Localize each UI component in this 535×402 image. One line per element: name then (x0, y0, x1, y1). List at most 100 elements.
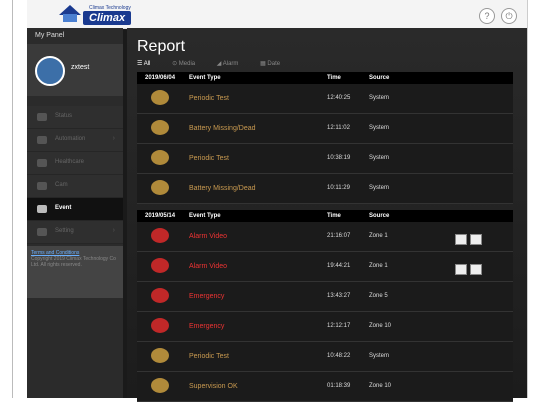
heart-icon (37, 159, 47, 167)
supervision-event-icon (151, 378, 169, 393)
column-time: Time (327, 75, 341, 81)
event-type: Alarm Video (189, 233, 228, 240)
copyright-text: Copyright 2019 Climax Technology Co Ltd.… (31, 256, 116, 268)
event-time: 10:11:29 (327, 185, 350, 191)
sidebar-menu: Status Automation › Healthcare Cam Event (27, 106, 123, 244)
username: zxtest (71, 64, 90, 71)
delete-icon[interactable] (470, 264, 482, 275)
event-time: 10:38:19 (327, 155, 351, 161)
table-row[interactable]: Emergency 13:43:27 Zone 5 (137, 282, 513, 312)
media-actions (455, 262, 485, 280)
sidebar-item-label: Cam (55, 182, 68, 188)
table-row[interactable]: Battery Missing/Dead 10:11:29 System (137, 174, 513, 204)
climax-logo[interactable]: Climax Technology Climax (57, 3, 135, 25)
app-window: Climax Technology Climax ? ⏻ My Panel zx… (27, 0, 527, 402)
event-time: 19:44:21 (327, 263, 351, 269)
event-time: 12:40:25 (327, 95, 351, 101)
group-date: 2019/06/04 (145, 75, 176, 81)
event-type: Battery Missing/Dead (189, 185, 256, 192)
event-source: System (369, 95, 390, 101)
filter-alarm[interactable]: ◢ Alarm (217, 61, 249, 67)
event-time: 12:11:02 (327, 125, 350, 131)
table-row[interactable]: Periodic Test 10:48:22 System (137, 342, 513, 372)
event-source: Zone 10 (369, 323, 392, 329)
table-row[interactable]: Alarm Video 19:44:21 Zone 1 (137, 252, 513, 282)
main-content: Report ☰ All ⊙ Media ◢ Alarm ▦ Date 2019… (127, 28, 527, 402)
gear-event-icon (151, 348, 169, 363)
event-type: Alarm Video (189, 263, 228, 270)
event-time: 21:16:07 (327, 233, 351, 239)
terms-panel: Terms and Conditions Copyright 2019 Clim… (27, 246, 123, 298)
gear-event-icon (151, 180, 169, 195)
sidebar: My Panel zxtest Status Automation › Heal… (27, 28, 123, 398)
sidebar-item-automation[interactable]: Automation › (27, 129, 123, 152)
event-type: Emergency (189, 293, 225, 300)
table-row[interactable]: Periodic Test 12:40:25 System (137, 84, 513, 114)
top-bar: Climax Technology Climax ? ⏻ (27, 0, 527, 29)
event-type: Supervision OK (189, 383, 238, 390)
column-event-type: Event Type (189, 75, 221, 81)
sidebar-item-setting[interactable]: Setting › (27, 221, 123, 244)
right-window-edge (527, 0, 535, 398)
left-window-edge (0, 0, 13, 398)
profile-card[interactable]: zxtest (27, 44, 123, 96)
event-source: Zone 5 (369, 293, 388, 299)
chevron-right-icon: › (112, 227, 115, 234)
house-logo-icon (59, 5, 81, 22)
table-row[interactable]: Alarm Video 21:16:07 Zone 1 (137, 222, 513, 252)
automation-icon (37, 136, 47, 144)
event-source: System (369, 185, 390, 191)
filter-all[interactable]: ☰ All (137, 61, 160, 67)
event-source: Zone 1 (369, 263, 388, 269)
sidebar-item-event[interactable]: Event (27, 198, 123, 221)
event-time: 10:48:22 (327, 353, 351, 359)
sidebar-item-cam[interactable]: Cam (27, 175, 123, 198)
event-type: Periodic Test (189, 155, 229, 162)
emergency-event-icon (151, 288, 169, 303)
event-type: Periodic Test (189, 95, 229, 102)
gear-icon (37, 228, 47, 236)
filter-media[interactable]: ⊙ Media (172, 61, 205, 67)
event-source: Zone 10 (369, 383, 392, 389)
chevron-right-icon: › (112, 135, 115, 142)
filter-bar: ☰ All ⊙ Media ◢ Alarm ▦ Date (137, 60, 300, 67)
group-header: 2019/05/14 Event Type Time Source (137, 210, 513, 222)
group-date: 2019/05/14 (145, 213, 176, 219)
download-icon[interactable] (455, 234, 467, 245)
camera-icon (37, 182, 47, 190)
filter-date[interactable]: ▦ Date (260, 61, 290, 67)
event-type: Battery Missing/Dead (189, 125, 256, 132)
camera-event-icon (151, 228, 169, 243)
event-type: Emergency (189, 323, 225, 330)
sidebar-item-label: Event (55, 205, 72, 211)
table-row[interactable]: Emergency 12:12:17 Zone 10 (137, 312, 513, 342)
event-source: System (369, 353, 390, 359)
event-type: Periodic Test (189, 353, 229, 360)
page-title: Report (137, 38, 186, 55)
media-actions (455, 232, 485, 250)
group-header: 2019/06/04 Event Type Time Source (137, 72, 513, 84)
event-group-2019-06-04: 2019/06/04 Event Type Time Source Period… (137, 72, 513, 204)
avatar (35, 56, 65, 86)
table-row[interactable]: Periodic Test 10:38:19 System (137, 144, 513, 174)
column-source: Source (369, 75, 390, 81)
download-icon[interactable] (455, 264, 467, 275)
table-row[interactable]: Battery Missing/Dead 12:11:02 System (137, 114, 513, 144)
help-icon[interactable]: ? (479, 8, 495, 24)
event-source: Zone 1 (369, 233, 388, 239)
event-source: System (369, 155, 390, 161)
my-panel-label[interactable]: My Panel (35, 32, 64, 39)
emergency-event-icon (151, 318, 169, 333)
logout-icon[interactable]: ⏻ (501, 8, 517, 24)
event-source: System (369, 125, 390, 131)
sidebar-item-label: Automation (55, 136, 86, 142)
sidebar-item-status[interactable]: Status (27, 106, 123, 129)
logo-wordmark: Climax (83, 11, 132, 25)
sidebar-item-healthcare[interactable]: Healthcare (27, 152, 123, 175)
event-time: 12:12:17 (327, 323, 351, 329)
event-group-2019-05-14: 2019/05/14 Event Type Time Source Alarm … (137, 210, 513, 402)
shield-icon (37, 113, 47, 121)
event-time: 01:18:39 (327, 383, 351, 389)
column-source: Source (369, 213, 390, 219)
delete-icon[interactable] (470, 234, 482, 245)
